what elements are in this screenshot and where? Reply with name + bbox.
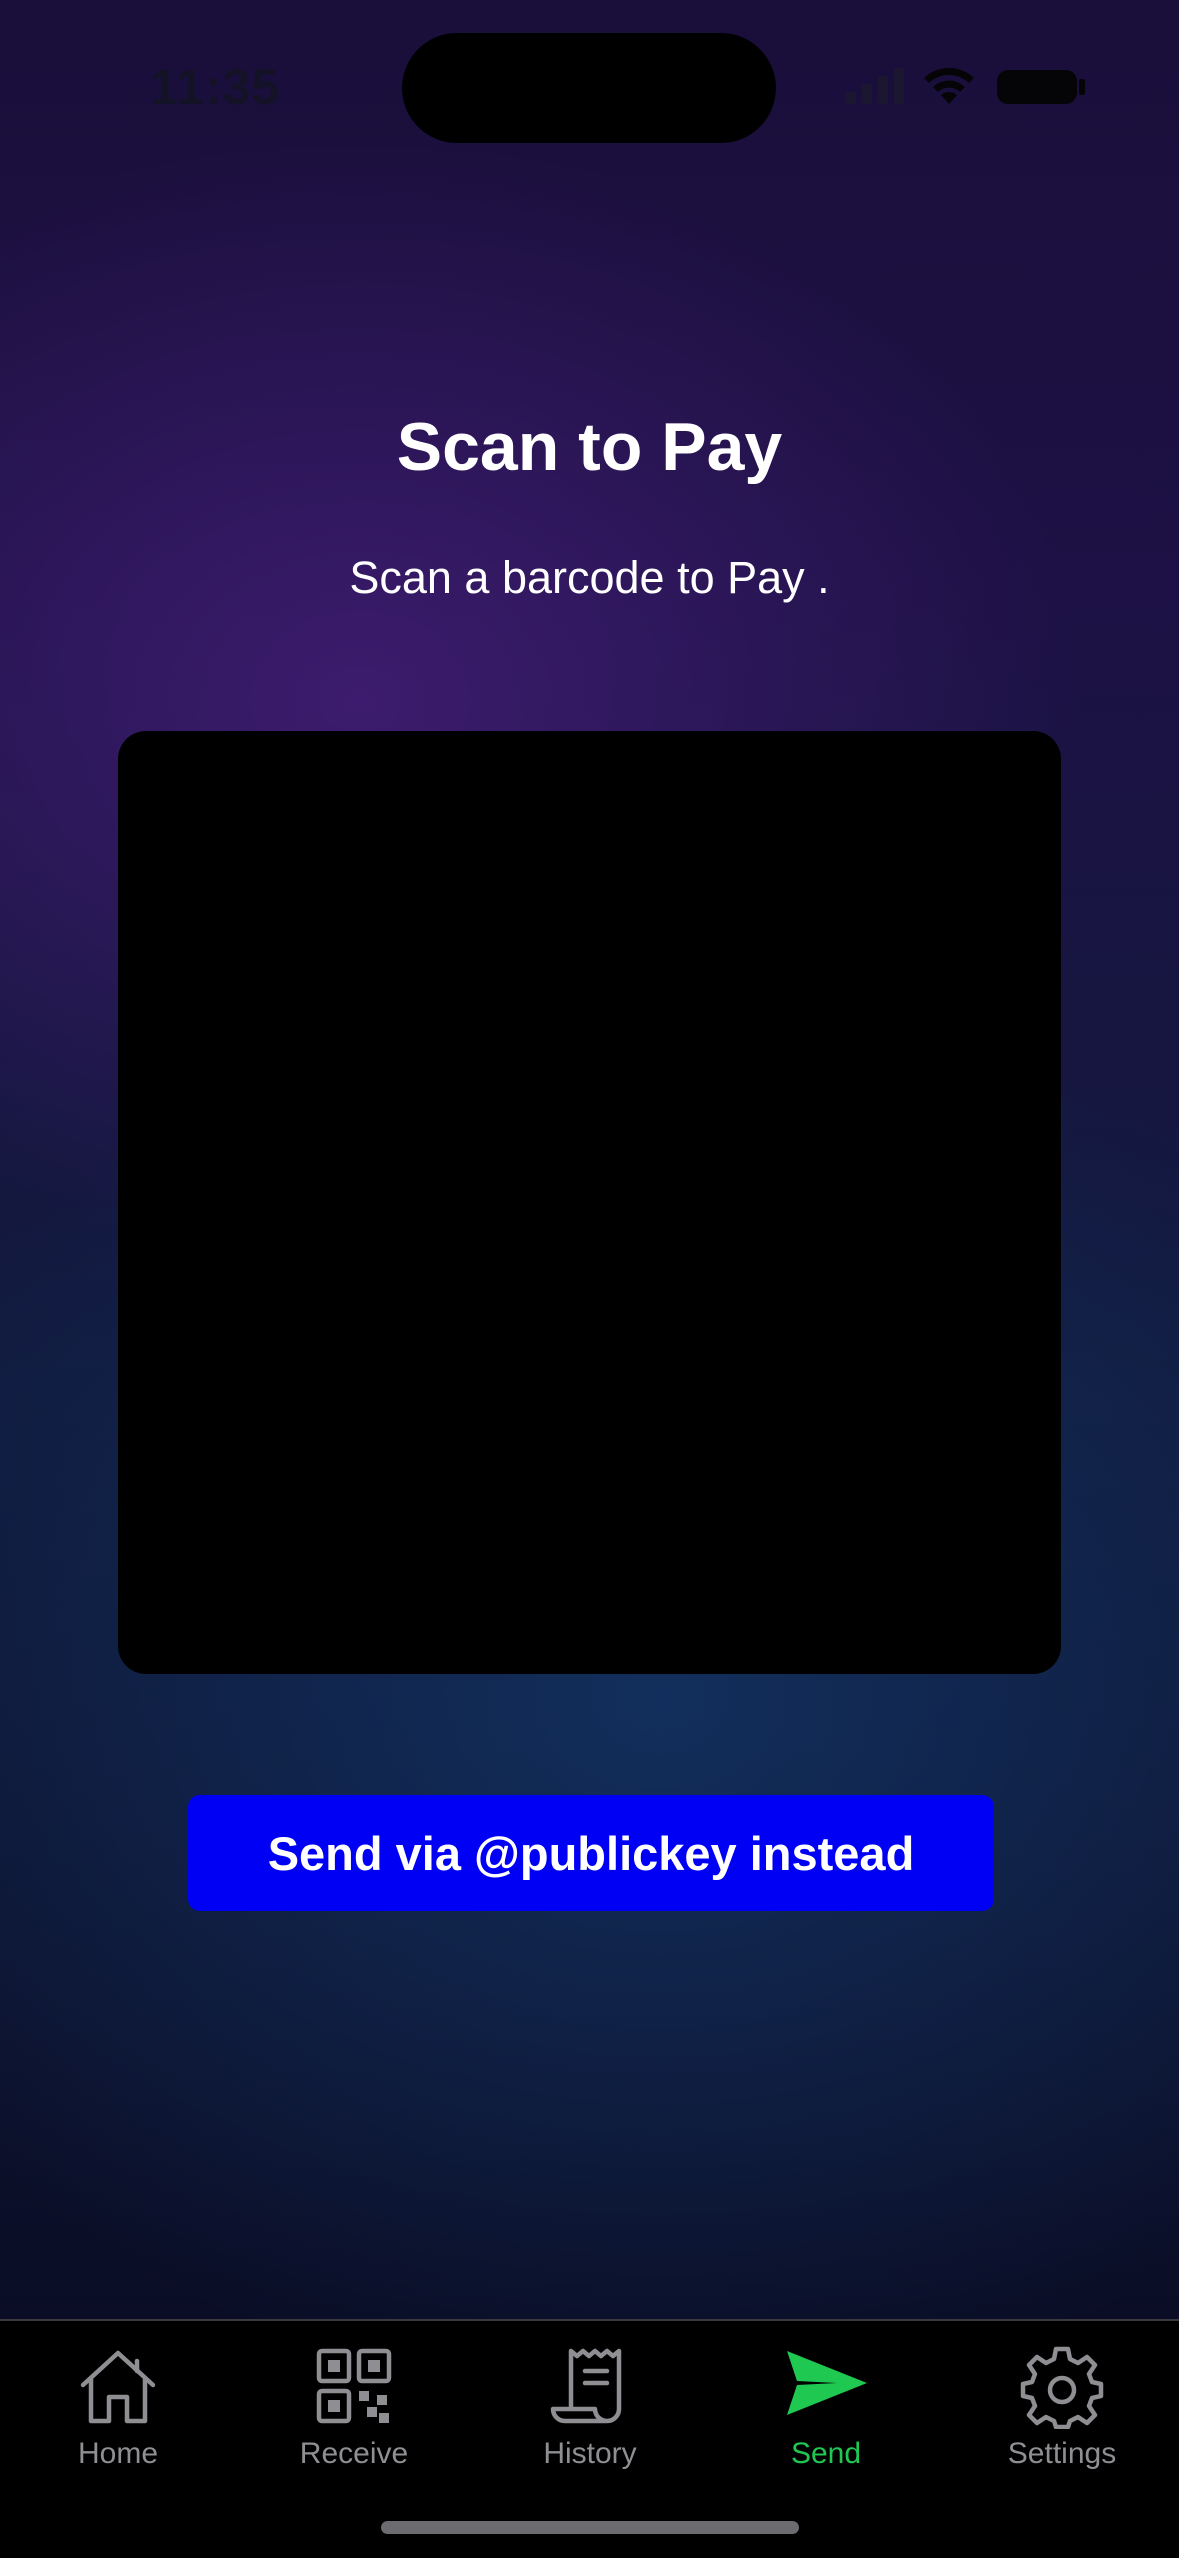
tab-settings-label: Settings — [1007, 2437, 1117, 2470]
page-subtitle: Scan a barcode to Pay . — [349, 552, 830, 603]
cellular-signal-icon — [846, 64, 906, 104]
receipt-icon — [550, 2348, 622, 2424]
status-time: 11:35 — [150, 59, 281, 115]
home-indicator — [381, 2521, 799, 2534]
send-via-publickey-button[interactable]: Send via @publickey instead — [188, 1795, 994, 1911]
tab-bar: Home Receive History Send Settings — [0, 2319, 1179, 2558]
tab-home[interactable]: Home — [0, 2321, 236, 2501]
qr-code-icon — [316, 2348, 392, 2424]
tab-send[interactable]: Send — [708, 2321, 944, 2501]
status-bar: 11:35 — [0, 0, 1179, 180]
home-icon — [80, 2350, 156, 2424]
dynamic-island — [402, 33, 776, 143]
battery-icon — [997, 70, 1077, 104]
tab-history[interactable]: History — [472, 2321, 708, 2501]
page-title: Scan to Pay — [396, 409, 783, 485]
tab-receive-label: Receive — [299, 2437, 409, 2470]
barcode-scanner-view[interactable] — [118, 731, 1061, 1674]
tab-settings[interactable]: Settings — [944, 2321, 1179, 2501]
tab-send-label: Send — [790, 2437, 862, 2470]
send-icon — [787, 2351, 867, 2415]
tab-history-label: History — [543, 2437, 637, 2470]
tab-home-label: Home — [77, 2437, 159, 2470]
gear-icon — [1020, 2346, 1104, 2429]
wifi-icon — [924, 67, 974, 104]
battery-cap — [1079, 79, 1085, 95]
tab-receive[interactable]: Receive — [236, 2321, 472, 2501]
